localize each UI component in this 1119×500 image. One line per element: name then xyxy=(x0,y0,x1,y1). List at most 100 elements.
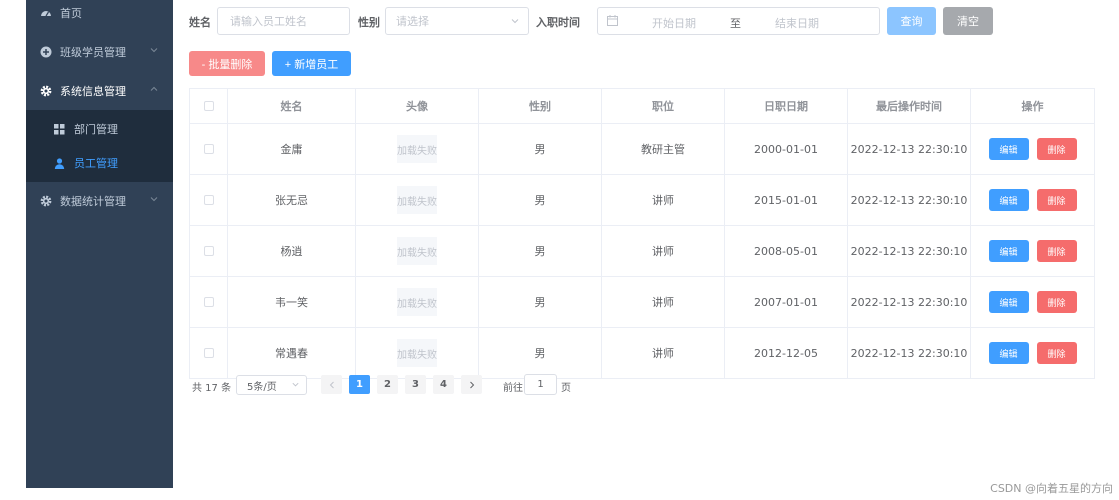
table-row: 常遇春 加载失败 男 讲师 2012-12-05 2022-12-13 22:3… xyxy=(190,328,1095,379)
menu-label-system-management: 系统信息管理 xyxy=(60,85,126,98)
page-number-button[interactable]: 2 xyxy=(377,375,398,394)
delete-button[interactable]: 删除 xyxy=(1036,138,1077,160)
page-number-button[interactable]: 1 xyxy=(349,375,370,394)
edit-button[interactable]: 编辑 xyxy=(988,189,1029,211)
employee-table: 姓名 头像 性别 职位 日职日期 最后操作时间 操作 金庸 加载失败 男 教研主… xyxy=(189,88,1095,379)
header-select-all-cell xyxy=(190,89,228,123)
delete-button[interactable]: 删除 xyxy=(1036,240,1077,262)
row-select-cell xyxy=(190,328,228,378)
name-input-wrapper xyxy=(217,7,350,35)
cell-avatar: 加载失败 xyxy=(356,175,479,225)
row-select-cell xyxy=(190,277,228,327)
cell-name: 常遇春 xyxy=(228,328,356,378)
delete-button[interactable]: 删除 xyxy=(1036,291,1077,313)
cell-position: 讲师 xyxy=(602,175,725,225)
submenu-item-employee[interactable]: 员工管理 xyxy=(26,146,173,180)
table-body: 金庸 加载失败 男 教研主管 2000-01-01 2022-12-13 22:… xyxy=(190,124,1095,379)
header-gender: 性别 xyxy=(479,89,602,123)
cell-actions: 编辑 删除 xyxy=(971,328,1095,378)
menu-item-system-management[interactable]: 系统信息管理 xyxy=(26,72,173,110)
cell-avatar: 加载失败 xyxy=(356,277,479,327)
cell-updated-time: 2022-12-13 22:30:10 xyxy=(848,124,971,174)
add-employee-button[interactable]: + 新增员工 xyxy=(272,51,351,76)
menu-item-class-management[interactable]: 班级学员管理 xyxy=(26,33,173,71)
header-position: 职位 xyxy=(602,89,725,123)
name-input[interactable] xyxy=(228,13,349,29)
select-all-checkbox[interactable] xyxy=(203,101,214,111)
query-button[interactable]: 查询 xyxy=(887,7,936,35)
cell-gender: 男 xyxy=(479,328,602,378)
gear-icon xyxy=(40,195,52,207)
header-actions: 操作 xyxy=(971,89,1095,123)
row-checkbox[interactable] xyxy=(203,348,214,358)
page-number-button[interactable]: 4 xyxy=(433,375,454,394)
cell-actions: 编辑 删除 xyxy=(971,124,1095,174)
cell-actions: 编辑 删除 xyxy=(971,277,1095,327)
cell-gender: 男 xyxy=(479,124,602,174)
page-number-button[interactable]: 3 xyxy=(405,375,426,394)
page-size-select[interactable]: 5条/页 xyxy=(236,375,307,395)
cell-actions: 编辑 删除 xyxy=(971,175,1095,225)
chevron-up-icon xyxy=(149,84,159,94)
start-date-placeholder[interactable]: 开始日期 xyxy=(652,15,696,31)
cell-entry-date: 2012-12-05 xyxy=(725,328,848,378)
row-select-cell xyxy=(190,226,228,276)
chevron-right-icon xyxy=(469,381,474,388)
edit-button[interactable]: 编辑 xyxy=(988,138,1029,160)
edit-button[interactable]: 编辑 xyxy=(988,240,1029,262)
avatar: 加载失败 xyxy=(397,288,437,316)
gender-select[interactable]: 请选择 xyxy=(385,7,529,35)
edit-button[interactable]: 编辑 xyxy=(988,291,1029,313)
calendar-icon xyxy=(607,15,618,29)
clear-button[interactable]: 清空 xyxy=(943,7,993,35)
gear-icon xyxy=(40,85,52,97)
row-checkbox[interactable] xyxy=(203,195,214,205)
date-range-picker[interactable]: 开始日期 至 结束日期 xyxy=(597,7,880,35)
row-checkbox[interactable] xyxy=(203,246,214,256)
range-separator: 至 xyxy=(730,17,741,30)
submenu-item-department[interactable]: 部门管理 xyxy=(26,112,173,146)
row-checkbox[interactable] xyxy=(203,144,214,154)
chevron-left-icon xyxy=(329,381,334,388)
goto-page-input[interactable]: 1 xyxy=(524,374,557,395)
cell-gender: 男 xyxy=(479,226,602,276)
delete-button[interactable]: 删除 xyxy=(1036,189,1077,211)
prev-page-button[interactable] xyxy=(321,375,342,394)
batch-delete-button[interactable]: - 批量删除 xyxy=(189,51,265,76)
table-row: 金庸 加载失败 男 教研主管 2000-01-01 2022-12-13 22:… xyxy=(190,124,1095,175)
avatar: 加载失败 xyxy=(397,135,437,163)
pagination-total: 共 17 条 xyxy=(192,383,232,394)
cell-avatar: 加载失败 xyxy=(356,124,479,174)
row-checkbox[interactable] xyxy=(203,297,214,307)
chevron-down-icon xyxy=(149,194,159,204)
menu-item-home[interactable]: 首页 xyxy=(26,0,173,32)
menu-item-statistics-management[interactable]: 数据统计管理 xyxy=(26,182,173,220)
plus-circle-icon xyxy=(40,46,52,58)
goto-page-value: 1 xyxy=(537,379,544,390)
edit-button[interactable]: 编辑 xyxy=(988,342,1029,364)
watermark: CSDN @向着五星的方向 xyxy=(990,482,1113,495)
cell-name: 杨逍 xyxy=(228,226,356,276)
delete-button[interactable]: 删除 xyxy=(1036,342,1077,364)
menu-label-class-management: 班级学员管理 xyxy=(60,46,126,59)
cell-position: 讲师 xyxy=(602,328,725,378)
submenu-label-department: 部门管理 xyxy=(74,123,118,136)
table-row: 韦一笑 加载失败 男 讲师 2007-01-01 2022-12-13 22:3… xyxy=(190,277,1095,328)
submenu-label-employee: 员工管理 xyxy=(74,157,118,170)
avatar: 加载失败 xyxy=(397,237,437,265)
submenu-system: 部门管理 员工管理 xyxy=(26,110,173,182)
chevron-down-icon xyxy=(510,16,520,29)
cell-gender: 男 xyxy=(479,175,602,225)
cell-position: 讲师 xyxy=(602,226,725,276)
cell-entry-date: 2000-01-01 xyxy=(725,124,848,174)
header-entry-date: 日职日期 xyxy=(725,89,848,123)
header-updated-time: 最后操作时间 xyxy=(848,89,971,123)
next-page-button[interactable] xyxy=(461,375,482,394)
chevron-down-icon xyxy=(149,45,159,55)
chevron-down-icon xyxy=(291,380,300,392)
goto-suffix: 页 xyxy=(561,383,571,394)
end-date-placeholder[interactable]: 结束日期 xyxy=(775,15,819,31)
gender-label: 性别 xyxy=(358,16,380,29)
cell-position: 讲师 xyxy=(602,277,725,327)
entry-date-label: 入职时间 xyxy=(536,16,580,29)
